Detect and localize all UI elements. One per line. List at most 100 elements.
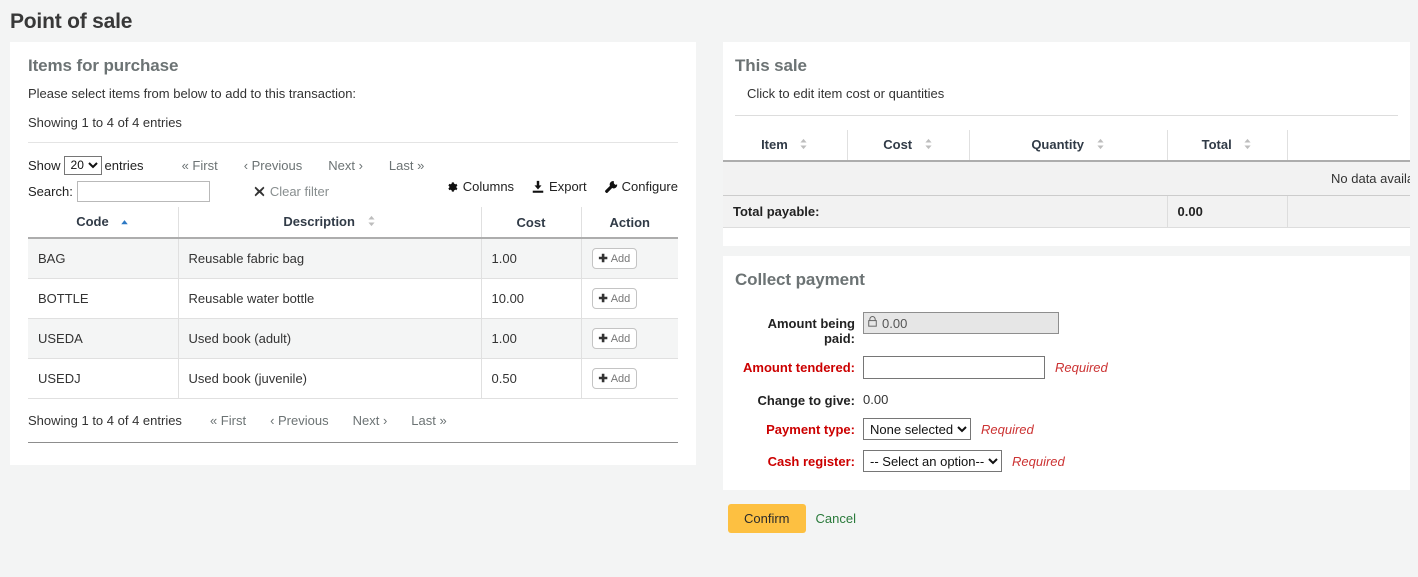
- cell-code: USEDJ: [28, 359, 178, 399]
- cell-cost: 1.00: [481, 238, 581, 279]
- sale-empty-message: No data available in table: [723, 161, 1410, 196]
- plus-icon: ✚: [599, 332, 608, 345]
- sort-both-icon: [367, 215, 376, 230]
- table-row: USEDA Used book (adult) 1.00 ✚ Add: [28, 319, 678, 359]
- cell-cost: 1.00: [481, 319, 581, 359]
- page-length-select[interactable]: 20: [64, 156, 102, 175]
- add-item-button[interactable]: ✚ Add: [592, 368, 638, 389]
- clear-filter-label: Clear filter: [270, 184, 329, 199]
- change-to-give-label: Change to give:: [735, 389, 863, 408]
- gear-icon: [445, 180, 459, 194]
- cell-code: BAG: [28, 238, 178, 279]
- pagination-last-bottom[interactable]: Last »: [411, 413, 446, 428]
- pagination-previous-top[interactable]: ‹ Previous: [244, 158, 303, 173]
- show-entries-label-prefix: Show: [28, 158, 61, 173]
- form-actions: Confirm Cancel: [723, 504, 1410, 533]
- cell-description: Used book (juvenile): [178, 359, 481, 399]
- add-item-label: Add: [611, 373, 631, 385]
- sort-both-icon: [1096, 138, 1105, 153]
- page-title: Point of sale: [0, 0, 1418, 34]
- columns-label: Columns: [463, 179, 514, 194]
- column-header-item-label: Item: [761, 137, 788, 152]
- column-header-cost: Cost: [481, 207, 581, 238]
- sale-table-head: Item Cost Quantity: [723, 130, 1410, 161]
- sale-empty-row: No data available in table: [723, 161, 1410, 196]
- column-header-action: Action: [581, 207, 678, 238]
- add-item-label: Add: [611, 293, 631, 305]
- confirm-button[interactable]: Confirm: [728, 504, 806, 533]
- cash-register-select[interactable]: -- Select an option--: [863, 450, 1002, 472]
- column-header-cost[interactable]: Cost: [847, 130, 969, 161]
- export-button[interactable]: Export: [531, 179, 587, 194]
- cancel-button[interactable]: Cancel: [816, 511, 856, 526]
- configure-button[interactable]: Configure: [604, 179, 678, 194]
- amount-being-paid-field: [863, 312, 1059, 334]
- add-item-label: Add: [611, 253, 631, 265]
- columns-button[interactable]: Columns: [445, 179, 514, 194]
- column-header-code[interactable]: Code: [28, 207, 178, 238]
- total-payable-label: Total payable:: [723, 196, 1167, 228]
- items-panel-subtitle: Please select items from below to add to…: [28, 86, 678, 101]
- add-item-button[interactable]: ✚ Add: [592, 248, 638, 269]
- column-header-item[interactable]: Item: [723, 130, 847, 161]
- cell-cost: 0.50: [481, 359, 581, 399]
- cell-action: ✚ Add: [581, 238, 678, 279]
- add-item-button[interactable]: ✚ Add: [592, 328, 638, 349]
- configure-label: Configure: [622, 179, 678, 194]
- column-header-cost-label: Cost: [883, 137, 912, 152]
- sort-ascending-active-icon: [120, 215, 129, 230]
- pagination-last-top[interactable]: Last »: [389, 158, 424, 173]
- column-header-description-label: Description: [283, 214, 355, 229]
- show-entries-label-suffix: entries: [105, 158, 144, 173]
- items-table: Code Description Cost: [28, 207, 678, 399]
- column-header-action-label: Action: [610, 215, 650, 230]
- amount-being-paid-label: Amount being paid:: [735, 312, 863, 346]
- sale-panel-subtitle: Click to edit item cost or quantities: [735, 86, 1398, 101]
- amount-tendered-required-note: Required: [1055, 356, 1108, 375]
- payment-type-label: Payment type:: [735, 418, 863, 437]
- table-row: USEDJ Used book (juvenile) 0.50 ✚ Add: [28, 359, 678, 399]
- column-header-code-label: Code: [76, 214, 109, 229]
- pagination-next-top[interactable]: Next ›: [328, 158, 363, 173]
- search-label: Search:: [28, 184, 73, 199]
- cash-register-row: Cash register: -- Select an option-- Req…: [735, 450, 1398, 472]
- column-header-quantity-label: Quantity: [1031, 137, 1084, 152]
- total-payable-action-cell: [1287, 196, 1410, 228]
- items-for-purchase-panel: Items for purchase Please select items f…: [10, 42, 696, 465]
- add-item-button[interactable]: ✚ Add: [592, 288, 638, 309]
- cell-code: USEDA: [28, 319, 178, 359]
- column-header-total[interactable]: Total: [1167, 130, 1287, 161]
- pagination-first-top[interactable]: « First: [182, 158, 218, 173]
- column-header-description[interactable]: Description: [178, 207, 481, 238]
- table-row: BAG Reusable fabric bag 1.00 ✚ Add: [28, 238, 678, 279]
- total-payable-value: 0.00: [1167, 196, 1287, 228]
- payment-type-select[interactable]: None selected: [863, 418, 971, 440]
- search-input[interactable]: [77, 181, 210, 202]
- amount-tendered-label: Amount tendered:: [735, 356, 863, 375]
- plus-icon: ✚: [599, 252, 608, 265]
- clear-filter-button[interactable]: Clear filter: [254, 184, 329, 199]
- cell-description: Reusable water bottle: [178, 279, 481, 319]
- sale-table-body: No data available in table: [723, 161, 1410, 196]
- datatable-toolbar: Columns Export Configure: [445, 179, 678, 194]
- sort-both-icon: [799, 138, 808, 153]
- amount-tendered-field[interactable]: [863, 356, 1045, 379]
- cell-cost: 10.00: [481, 279, 581, 319]
- sale-divider: [735, 115, 1398, 116]
- cell-action: ✚ Add: [581, 319, 678, 359]
- sort-both-icon: [1243, 138, 1252, 153]
- datatable-controls: Show 20 entries « First ‹ Previous Next …: [28, 153, 678, 201]
- pagination-bottom: « First ‹ Previous Next › Last »: [210, 413, 447, 428]
- collect-payment-panel: Collect payment Amount being paid: Amoun…: [723, 256, 1410, 490]
- payment-panel-heading: Collect payment: [735, 270, 1398, 290]
- pagination-first-bottom[interactable]: « First: [210, 413, 246, 428]
- column-header-cost-label: Cost: [517, 215, 546, 230]
- sale-table-foot: Total payable: 0.00: [723, 196, 1410, 228]
- column-header-action: Action: [1287, 130, 1410, 161]
- items-showing-info-top: Showing 1 to 4 of 4 entries: [28, 115, 678, 143]
- pagination-next-bottom[interactable]: Next ›: [353, 413, 388, 428]
- amount-being-paid-row: Amount being paid:: [735, 312, 1398, 346]
- pagination-previous-bottom[interactable]: ‹ Previous: [270, 413, 329, 428]
- column-header-quantity[interactable]: Quantity: [969, 130, 1167, 161]
- plus-icon: ✚: [599, 372, 608, 385]
